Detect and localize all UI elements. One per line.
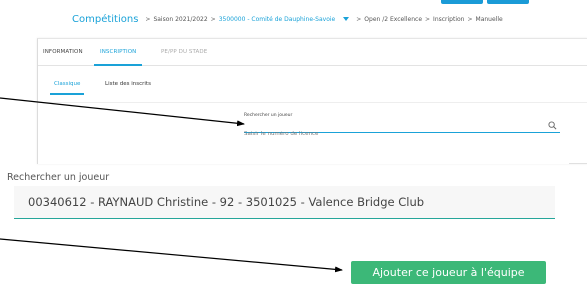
active-subtab-indicator	[50, 93, 85, 95]
tab-inscription-label: INSCRIPTION	[100, 49, 137, 55]
zoomed-search-field[interactable]: 00340612 - RAYNAUD Christine - 92 - 3501…	[14, 186, 555, 219]
breadcrumb-competition[interactable]: Open /2 Excellence	[364, 16, 422, 23]
search-field	[244, 120, 560, 137]
add-player-button[interactable]: Ajouter ce joueur à l'équipe	[351, 261, 546, 284]
breadcrumb: Compétitions > Saison 2021/2022 > 350000…	[72, 10, 503, 28]
breadcrumb-separator: >	[145, 15, 151, 23]
annotation-arrow-2	[0, 238, 343, 273]
breadcrumb-inscription[interactable]: Inscription	[433, 16, 464, 23]
top-toolbar	[0, 0, 587, 8]
breadcrumb-season[interactable]: Saison 2021/2022	[153, 16, 207, 23]
tab-inscription[interactable]: INSCRIPTION	[94, 49, 143, 66]
divider	[569, 163, 587, 164]
search-input[interactable]	[244, 131, 534, 137]
breadcrumb-manuelle: Manuelle	[475, 15, 503, 23]
breadcrumb-separator: >	[210, 15, 216, 23]
tab-classique-label: Classique	[54, 81, 81, 87]
tab-classique[interactable]: Classique	[50, 81, 85, 95]
breadcrumb-separator: >	[356, 15, 362, 23]
chevron-down-icon	[343, 17, 350, 21]
main-tabs: INFORMATION INSCRIPTION PE/PP DU STADE	[38, 39, 587, 66]
toolbar-button-2[interactable]	[487, 0, 529, 4]
committee-select[interactable]: 3500000 - Comité de Dauphine-Savoie	[219, 16, 354, 23]
breadcrumb-separator: >	[425, 15, 431, 23]
committee-select-value: 3500000 - Comité de Dauphine-Savoie	[218, 15, 336, 23]
breadcrumb-separator: >	[467, 15, 473, 23]
sub-tabs: Classique Liste des inscrits	[38, 66, 587, 103]
zoomed-search-label: Rechercher un joueur	[7, 172, 110, 183]
tab-pe-pp-du-stade[interactable]: PE/PP DU STADE	[161, 49, 207, 55]
breadcrumb-competitions[interactable]: Compétitions	[72, 14, 138, 25]
search-icon[interactable]	[548, 121, 557, 130]
zoomed-search-value: 00340612 - RAYNAUD Christine - 92 - 3501…	[28, 195, 425, 209]
tab-information[interactable]: INFORMATION	[43, 49, 83, 55]
inscription-card: INFORMATION INSCRIPTION PE/PP DU STADE C…	[37, 38, 587, 164]
toolbar-button-1[interactable]	[441, 0, 483, 4]
search-label: Rechercher un joueur	[244, 113, 293, 118]
tab-liste-des-inscrits[interactable]: Liste des inscrits	[105, 81, 151, 87]
